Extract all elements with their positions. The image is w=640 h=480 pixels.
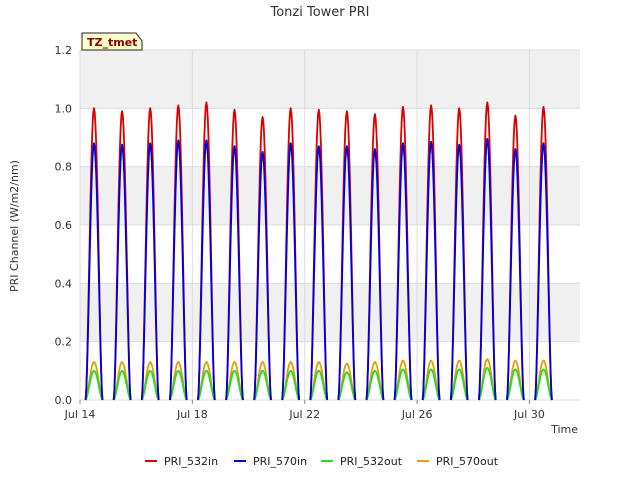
peak-point-pri_532out	[289, 369, 292, 372]
peak-point-pri_532out	[261, 369, 264, 372]
peak-point-pri_570out	[93, 361, 95, 363]
peak-point-pri_532out	[458, 368, 461, 371]
peak-point-pri_532in	[486, 101, 489, 104]
y-tick-label: 1.0	[55, 102, 73, 115]
peak-point-pri_532in	[514, 114, 517, 117]
peak-point-pri_532in	[205, 101, 208, 104]
peak-point-pri_570in	[345, 145, 348, 148]
peak-point-pri_532out	[121, 369, 124, 372]
peak-point-pri_570out	[542, 359, 545, 362]
peak-point-pri_570out	[345, 362, 348, 365]
peak-point-pri_570out	[233, 361, 236, 363]
peak-point-pri_570out	[458, 359, 461, 362]
peak-point-pri_532in	[149, 107, 152, 110]
y-tick-label: 0.2	[55, 336, 73, 349]
peak-point-pri_570in	[486, 138, 489, 140]
peak-point-pri_570out	[486, 358, 489, 361]
legend-label: PRI_570in	[253, 455, 307, 468]
legend-label: PRI_532out	[340, 455, 403, 468]
peak-point-pri_532out	[486, 367, 489, 369]
x-axis-ticks: Jul 14 Jul 18 Jul 22 Jul 26 Jul 30	[64, 400, 545, 421]
peak-point-pri_532in	[458, 107, 461, 110]
peak-point-pri_532out	[402, 368, 404, 371]
peak-point-pri_532in	[542, 105, 545, 108]
peak-point-pri_570in	[402, 142, 404, 145]
peak-point-pri_532out	[374, 369, 376, 372]
peak-point-pri_532in	[402, 105, 404, 108]
peak-point-pri_532out	[177, 369, 180, 372]
peak-point-pri_570in	[149, 142, 152, 145]
peak-point-pri_532in	[345, 110, 348, 113]
peak-point-pri_570out	[317, 361, 320, 363]
peak-point-pri_532in	[233, 108, 236, 111]
station-badge: TZ_tmet	[81, 32, 143, 51]
peak-point-pri_532out	[345, 371, 348, 374]
peak-point-pri_570out	[289, 361, 292, 363]
legend: PRI_532in PRI_570in PRI_532out PRI_570out	[145, 455, 499, 468]
plot-band	[80, 166, 580, 225]
peak-point-pri_532in	[289, 107, 292, 110]
y-axis-ticks: 0.0 0.2 0.4 0.6 0.8 1.0 1.2	[55, 44, 73, 407]
peak-point-pri_570in	[177, 139, 180, 142]
peak-point-pri_570in	[458, 143, 461, 146]
plot-band	[80, 50, 580, 109]
peak-point-pri_570out	[149, 361, 152, 363]
x-tick-label: Jul 22	[288, 408, 320, 421]
peak-point-pri_570in	[430, 140, 433, 143]
peak-point-pri_532out	[317, 369, 320, 372]
peak-point-pri_570in	[121, 143, 124, 146]
peak-point-pri_570out	[261, 361, 264, 363]
peak-point-pri_532in	[374, 113, 376, 116]
peak-point-pri_570in	[261, 151, 264, 153]
peak-point-pri_570out	[402, 359, 404, 362]
peak-point-pri_570in	[374, 148, 376, 151]
badge-text: TZ_tmet	[87, 36, 137, 49]
peak-point-pri_532in	[121, 110, 124, 113]
legend-label: PRI_570out	[436, 455, 499, 468]
x-tick-label: Jul 14	[64, 408, 96, 421]
peak-point-pri_532out	[149, 369, 152, 372]
peak-point-pri_570out	[374, 361, 376, 363]
peak-point-pri_532out	[233, 369, 236, 372]
peak-point-pri_532out	[514, 368, 517, 371]
peak-point-pri_570in	[233, 145, 236, 148]
chart-title: Tonzi Tower PRI	[270, 5, 370, 20]
peak-point-pri_570in	[542, 142, 545, 145]
peak-point-pri_532in	[93, 107, 95, 110]
peak-point-pri_532out	[205, 369, 208, 372]
y-tick-label: 0.4	[55, 277, 73, 290]
peak-point-pri_570in	[289, 142, 292, 145]
peak-point-pri_570out	[121, 361, 124, 363]
y-tick-label: 0.0	[55, 394, 73, 407]
y-tick-label: 0.8	[55, 161, 73, 174]
peak-point-pri_532in	[430, 104, 433, 107]
peak-point-pri_570out	[177, 361, 180, 363]
peak-point-pri_532out	[93, 369, 95, 372]
peak-point-pri_570in	[514, 148, 517, 151]
peak-point-pri_532in	[261, 116, 264, 118]
peak-point-pri_532out	[430, 368, 433, 371]
peak-point-pri_532out	[542, 368, 545, 371]
y-axis-label: PRI Channel (W/m2/nm)	[8, 160, 21, 292]
peak-point-pri_570in	[205, 139, 208, 142]
peak-point-pri_570in	[93, 142, 95, 145]
legend-label: PRI_532in	[164, 455, 218, 468]
peak-point-pri_570in	[317, 145, 320, 148]
x-axis-label: Time	[550, 423, 578, 436]
y-tick-label: 0.6	[55, 219, 73, 232]
peak-point-pri_532in	[177, 104, 180, 107]
peak-point-pri_532in	[317, 108, 320, 111]
x-tick-label: Jul 26	[401, 408, 433, 421]
y-tick-label: 1.2	[55, 44, 73, 57]
peak-point-pri_570out	[514, 359, 517, 362]
peak-point-pri_570out	[430, 359, 433, 362]
x-tick-label: Jul 30	[513, 408, 545, 421]
pri-line-chart: Tonzi Tower PRI 0.0 0.2 0.4 0.6 0.8 1.0 1.2 Ju…	[8, 5, 580, 468]
x-tick-label: Jul 18	[176, 408, 208, 421]
peak-point-pri_570out	[205, 361, 208, 363]
